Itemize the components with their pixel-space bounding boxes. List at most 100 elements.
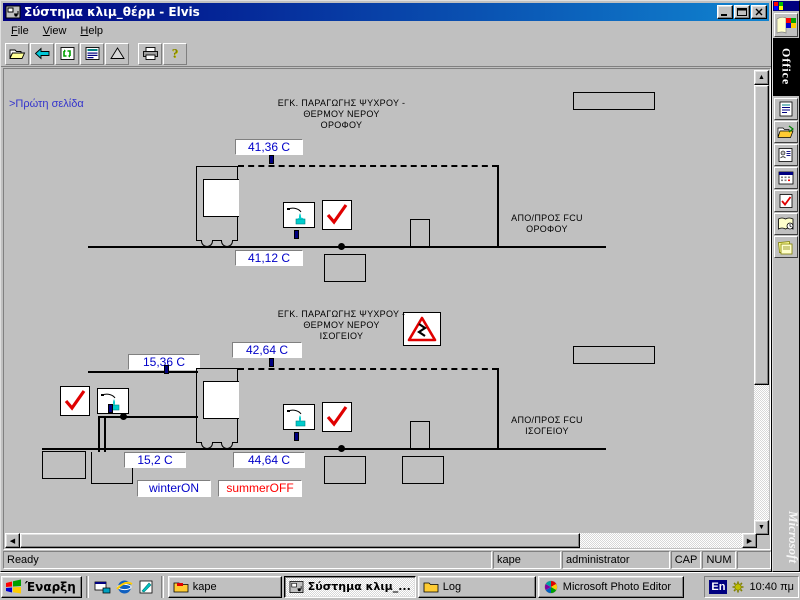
menu-file[interactable]: File (4, 23, 36, 40)
lower-status-panel (573, 346, 655, 364)
vertical-scroll-thumb[interactable] (754, 85, 769, 385)
taskbar-separator-2 (160, 575, 164, 598)
folder-kape-icon (173, 582, 189, 592)
lower-return-temp-readout: 44,64 C (233, 452, 305, 468)
maximize-button[interactable] (734, 5, 750, 19)
scroll-left-button[interactable]: ◀ (5, 533, 20, 548)
task-log[interactable]: Log (417, 575, 536, 598)
lower-fcu-label: ΑΠΟ/ΠΡΟΣ FCU ΙΣΟΓΕΙΟΥ (511, 415, 583, 436)
show-desktop-icon[interactable] (93, 577, 113, 597)
clock[interactable]: 10:40 πμ (749, 581, 794, 593)
properties-icon[interactable] (80, 42, 104, 65)
lower-secondary-valve[interactable] (294, 432, 299, 441)
lower-tank-supply-pipe (88, 371, 198, 373)
lower-chiller-coil (203, 381, 239, 419)
lower-supply-temp-readout: 42,64 C (232, 342, 302, 358)
summer-mode-button[interactable]: summerOFF (218, 480, 302, 497)
minimize-button[interactable] (717, 5, 733, 19)
lower-supply-valve[interactable] (269, 358, 274, 367)
upper-heat-exchanger[interactable] (410, 219, 430, 247)
hvac-app-icon (289, 580, 304, 593)
window-title: Σύστημα κλιμ_θέρμ - Elvis (24, 5, 200, 19)
lower-check-ok-icon[interactable] (60, 386, 90, 416)
upper-supply-temp-readout: 41,36 C (235, 139, 303, 155)
task-kape[interactable]: kape (167, 575, 282, 598)
upper-check-ok-icon[interactable] (322, 200, 352, 230)
office-bar-grip[interactable] (773, 1, 799, 11)
notes-icon[interactable] (774, 236, 798, 258)
title-bar: Σύστημα κλιμ_θέρμ - Elvis (3, 3, 769, 21)
lower-tank-valve-b[interactable] (108, 404, 113, 413)
diagram-client-area: >Πρώτη σελίδα ΕΓΚ. ΠΑΡΑΓΩΓΗΣ ΨΥΧΡΟΥ - ΘΕ… (3, 68, 771, 550)
status-site: kape (493, 551, 561, 569)
upper-return-temp-readout: 41,12 C (235, 250, 303, 266)
back-arrow-icon[interactable] (30, 42, 54, 65)
lower-tank-return-pipe (98, 416, 198, 418)
application-window: Σύστημα κλιμ_θέρμ - Elvis File View Help (0, 0, 772, 572)
language-indicator[interactable]: En (709, 579, 728, 594)
paint-icon[interactable] (137, 577, 157, 597)
lower-blank-panel-1 (324, 456, 366, 484)
scroll-up-button[interactable]: ▲ (754, 70, 769, 85)
lower-water-flow-icon-left[interactable] (97, 388, 129, 414)
start-button[interactable]: Έναρξη (1, 575, 82, 598)
print-icon[interactable] (138, 42, 162, 65)
taskbar: Έναρξη kape Σύστημα κλιμ_... Log Microso… (0, 572, 800, 600)
task-photo-editor-label: Microsoft Photo Editor (562, 580, 672, 593)
system-tray: En 10:40 πμ (704, 575, 799, 598)
upper-status-panel (573, 92, 655, 110)
open-office-document-icon[interactable] (774, 121, 798, 143)
upper-supply-valve[interactable] (269, 155, 274, 164)
first-page-link[interactable]: >Πρώτη σελίδα (9, 98, 84, 110)
horizontal-scrollbar[interactable]: ◀ ▶ (5, 533, 757, 548)
tasks-icon[interactable] (774, 190, 798, 212)
scada-diagram[interactable]: >Πρώτη σελίδα ΕΓΚ. ΠΑΡΑΓΩΓΗΣ ΨΥΧΡΟΥ - ΘΕ… (4, 69, 756, 535)
upper-fcu-label: ΑΠΟ/ΠΡΟΣ FCU ΟΡΟΦΟΥ (511, 213, 583, 234)
hvac-app-icon (5, 5, 21, 19)
upper-return-pipe (88, 246, 606, 248)
office-logo-icon[interactable] (774, 13, 798, 37)
lower-blank-panel-left (42, 451, 86, 479)
window-controls (717, 5, 767, 19)
upper-supply-pipe (238, 165, 498, 167)
scroll-right-button[interactable]: ▶ (742, 533, 757, 548)
upper-water-flow-icon[interactable] (283, 202, 315, 228)
contacts-icon[interactable] (774, 144, 798, 166)
horizontal-scroll-thumb[interactable] (20, 533, 580, 548)
office-watermark: Microsoft (786, 511, 800, 563)
toolbar: ? ? (1, 41, 771, 67)
menu-help[interactable]: Help (73, 23, 110, 40)
status-message: Ready (3, 551, 492, 569)
upper-plant-title: ΕΓΚ. ΠΑΡΑΓΩΓΗΣ ΨΥΧΡΟΥ - ΘΕΡΜΟΥ ΝΕΡΟΥ ΟΡΟ… (277, 98, 406, 130)
upper-flow-sensor (338, 243, 345, 250)
winter-mode-button[interactable]: winterON (137, 480, 211, 497)
help-icon[interactable]: ? ? (163, 42, 187, 65)
new-document-icon[interactable] (774, 98, 798, 120)
taskbar-separator-1 (85, 575, 89, 598)
lower-water-flow-icon[interactable] (283, 404, 315, 430)
task-systima-klim[interactable]: Σύστημα κλιμ_... (283, 575, 416, 598)
journal-icon[interactable] (774, 213, 798, 235)
vertical-scrollbar[interactable]: ▲ ▼ (754, 70, 769, 535)
start-button-label: Έναρξη (25, 579, 76, 594)
folder-icon (423, 582, 439, 592)
internet-explorer-icon[interactable] (115, 577, 135, 597)
alarm-icon[interactable] (105, 42, 129, 65)
refresh-icon[interactable] (55, 42, 79, 65)
task-photo-editor[interactable]: Microsoft Photo Editor (537, 575, 684, 598)
close-button[interactable] (751, 5, 767, 19)
status-user: administrator (562, 551, 670, 569)
quick-launch-bar (93, 577, 157, 597)
lower-check-ok-icon-2[interactable] (322, 402, 352, 432)
gear-icon (732, 581, 744, 592)
windows-flag-icon (6, 579, 21, 593)
lower-heat-exchanger[interactable] (410, 421, 430, 449)
calendar-icon[interactable] (774, 167, 798, 189)
menu-view[interactable]: View (36, 23, 74, 40)
photo-editor-icon (544, 580, 558, 593)
lower-supply-riser (497, 368, 499, 450)
upper-secondary-valve[interactable] (294, 230, 299, 239)
lower-return-pipe (42, 448, 606, 450)
open-folder-icon[interactable] (5, 42, 29, 65)
lower-tank-valve-a[interactable] (164, 365, 169, 374)
